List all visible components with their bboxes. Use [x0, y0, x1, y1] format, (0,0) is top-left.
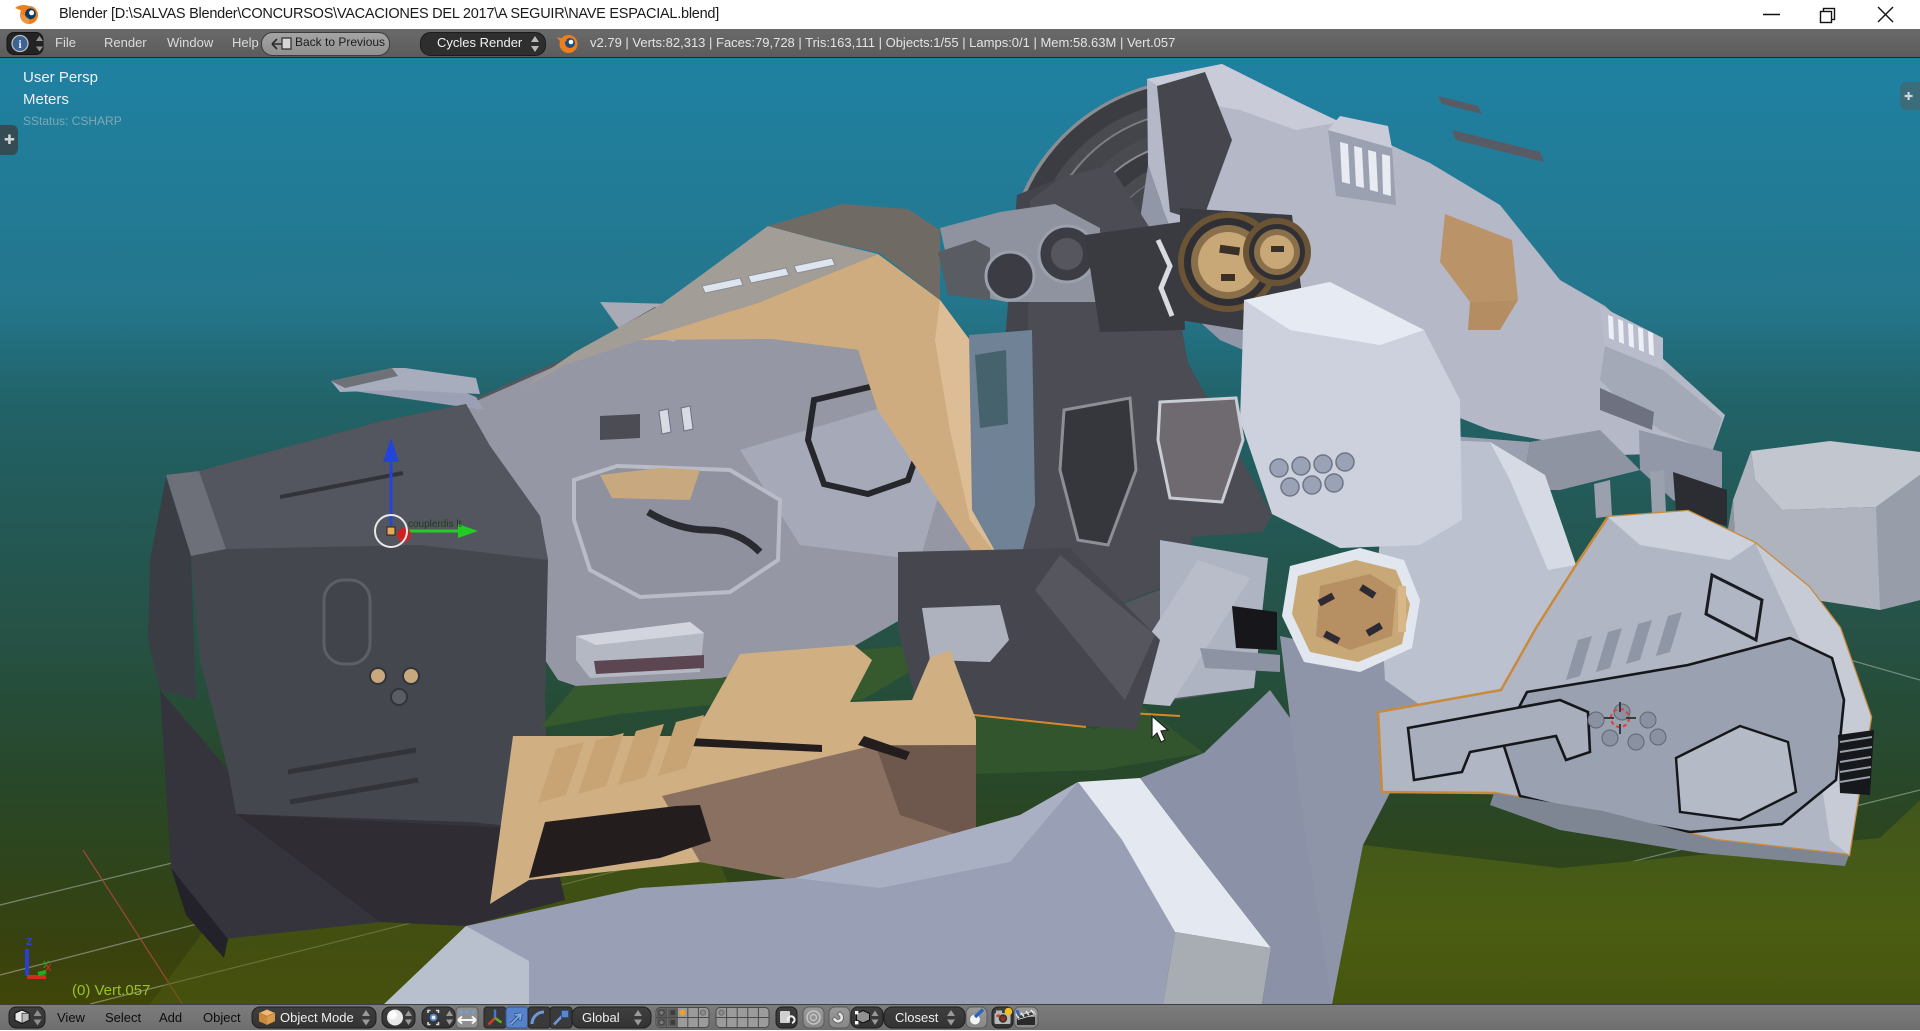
svg-text:(0) Vert.057: (0) Vert.057	[72, 982, 150, 999]
svg-text:✚: ✚	[4, 132, 15, 147]
svg-text:x: x	[45, 959, 52, 974]
svg-text:User Persp: User Persp	[23, 69, 98, 86]
svg-text:SStatus: CSHARP: SStatus: CSHARP	[23, 114, 122, 128]
svg-text:Meters: Meters	[23, 91, 69, 108]
svg-text:couplerdis lt: couplerdis lt	[408, 519, 462, 530]
svg-text:✚: ✚	[1904, 91, 1913, 103]
svg-text:z: z	[26, 933, 33, 948]
